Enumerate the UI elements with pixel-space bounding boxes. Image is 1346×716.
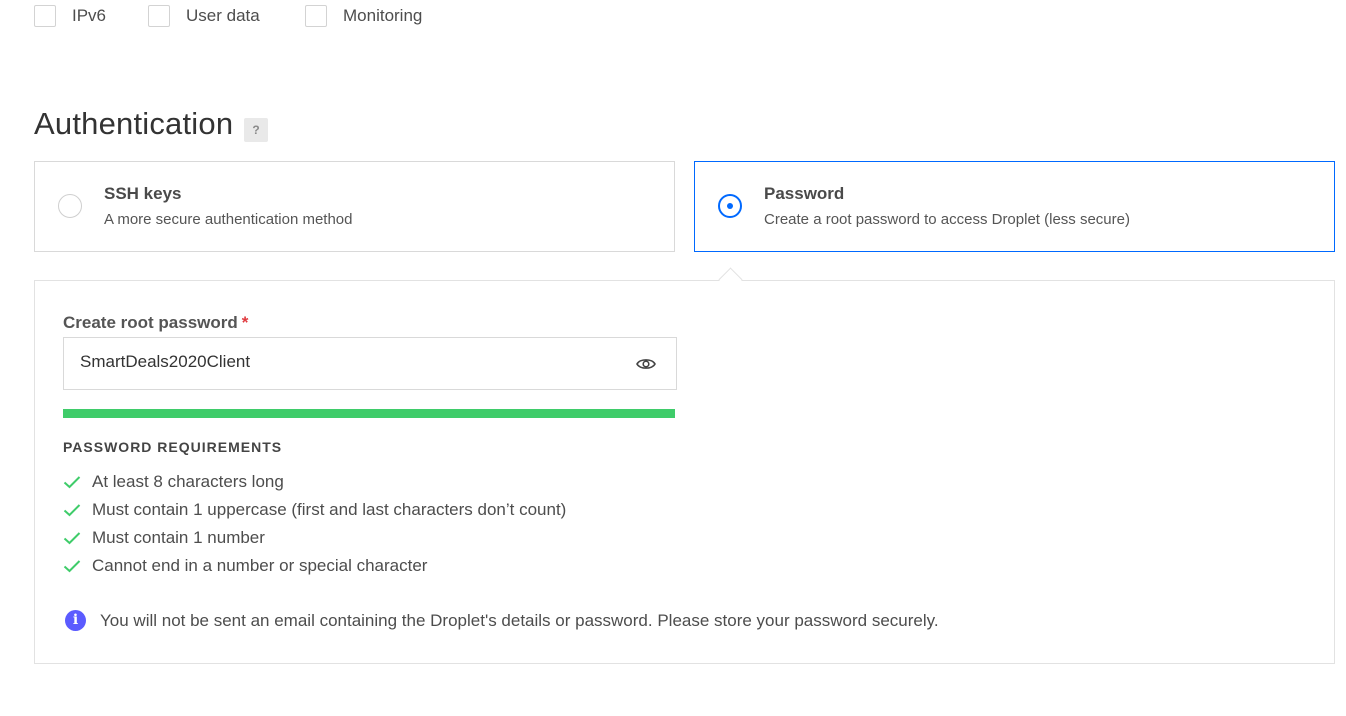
requirement-text: Must contain 1 number: [92, 528, 265, 547]
eye-icon[interactable]: [636, 355, 656, 373]
option-ipv6[interactable]: IPv6: [34, 3, 106, 29]
root-password-label: Create root password *: [63, 313, 248, 333]
requirement-text: At least 8 characters long: [92, 472, 284, 491]
checkmark-icon: [63, 476, 81, 489]
checkmark-icon: [63, 504, 81, 517]
user-data-checkbox[interactable]: [148, 5, 170, 27]
ipv6-checkbox[interactable]: [34, 5, 56, 27]
ipv6-label: IPv6: [72, 6, 107, 25]
radio-selected-dot: [727, 203, 733, 209]
requirement-item: At least 8 characters long: [63, 471, 284, 493]
password-title: Password: [764, 184, 845, 203]
security-notice: i You will not be sent an email containi…: [65, 610, 939, 631]
password-description: Create a root password to access Droplet…: [764, 211, 1130, 228]
security-notice-text: You will not be sent an email containing…: [100, 610, 939, 630]
ssh-keys-description: A more secure authentication method: [104, 211, 353, 228]
ssh-keys-title: SSH keys: [104, 184, 182, 203]
option-monitoring[interactable]: Monitoring: [305, 3, 422, 29]
auth-option-password[interactable]: Password Create a root password to acces…: [694, 161, 1335, 252]
help-icon[interactable]: ?: [244, 118, 268, 142]
required-asterisk: *: [241, 313, 249, 332]
info-icon: i: [65, 610, 86, 631]
checkmark-icon: [63, 532, 81, 545]
ssh-keys-radio[interactable]: [58, 194, 82, 218]
requirement-text: Cannot end in a number or special charac…: [92, 556, 428, 575]
monitoring-checkbox[interactable]: [305, 5, 327, 27]
requirement-text: Must contain 1 uppercase (first and last…: [92, 500, 567, 519]
monitoring-label: Monitoring: [343, 6, 423, 25]
root-password-value[interactable]: SmartDeals2020Client: [80, 352, 250, 372]
password-strength-meter: [63, 409, 675, 418]
checkmark-icon: [63, 560, 81, 573]
option-user-data[interactable]: User data: [148, 3, 260, 29]
requirement-item: Must contain 1 uppercase (first and last…: [63, 499, 566, 521]
root-password-input[interactable]: SmartDeals2020Client: [63, 337, 677, 390]
requirement-item: Cannot end in a number or special charac…: [63, 555, 427, 577]
section-title: Authentication: [34, 106, 234, 141]
requirement-item: Must contain 1 number: [63, 527, 265, 549]
password-strength-fill: [63, 409, 675, 418]
requirements-heading: PASSWORD REQUIREMENTS: [63, 439, 283, 455]
password-radio[interactable]: [718, 194, 742, 218]
user-data-label: User data: [186, 6, 260, 25]
auth-option-ssh-keys[interactable]: SSH keys A more secure authentication me…: [34, 161, 675, 252]
root-password-label-text: Create root password: [63, 313, 238, 332]
